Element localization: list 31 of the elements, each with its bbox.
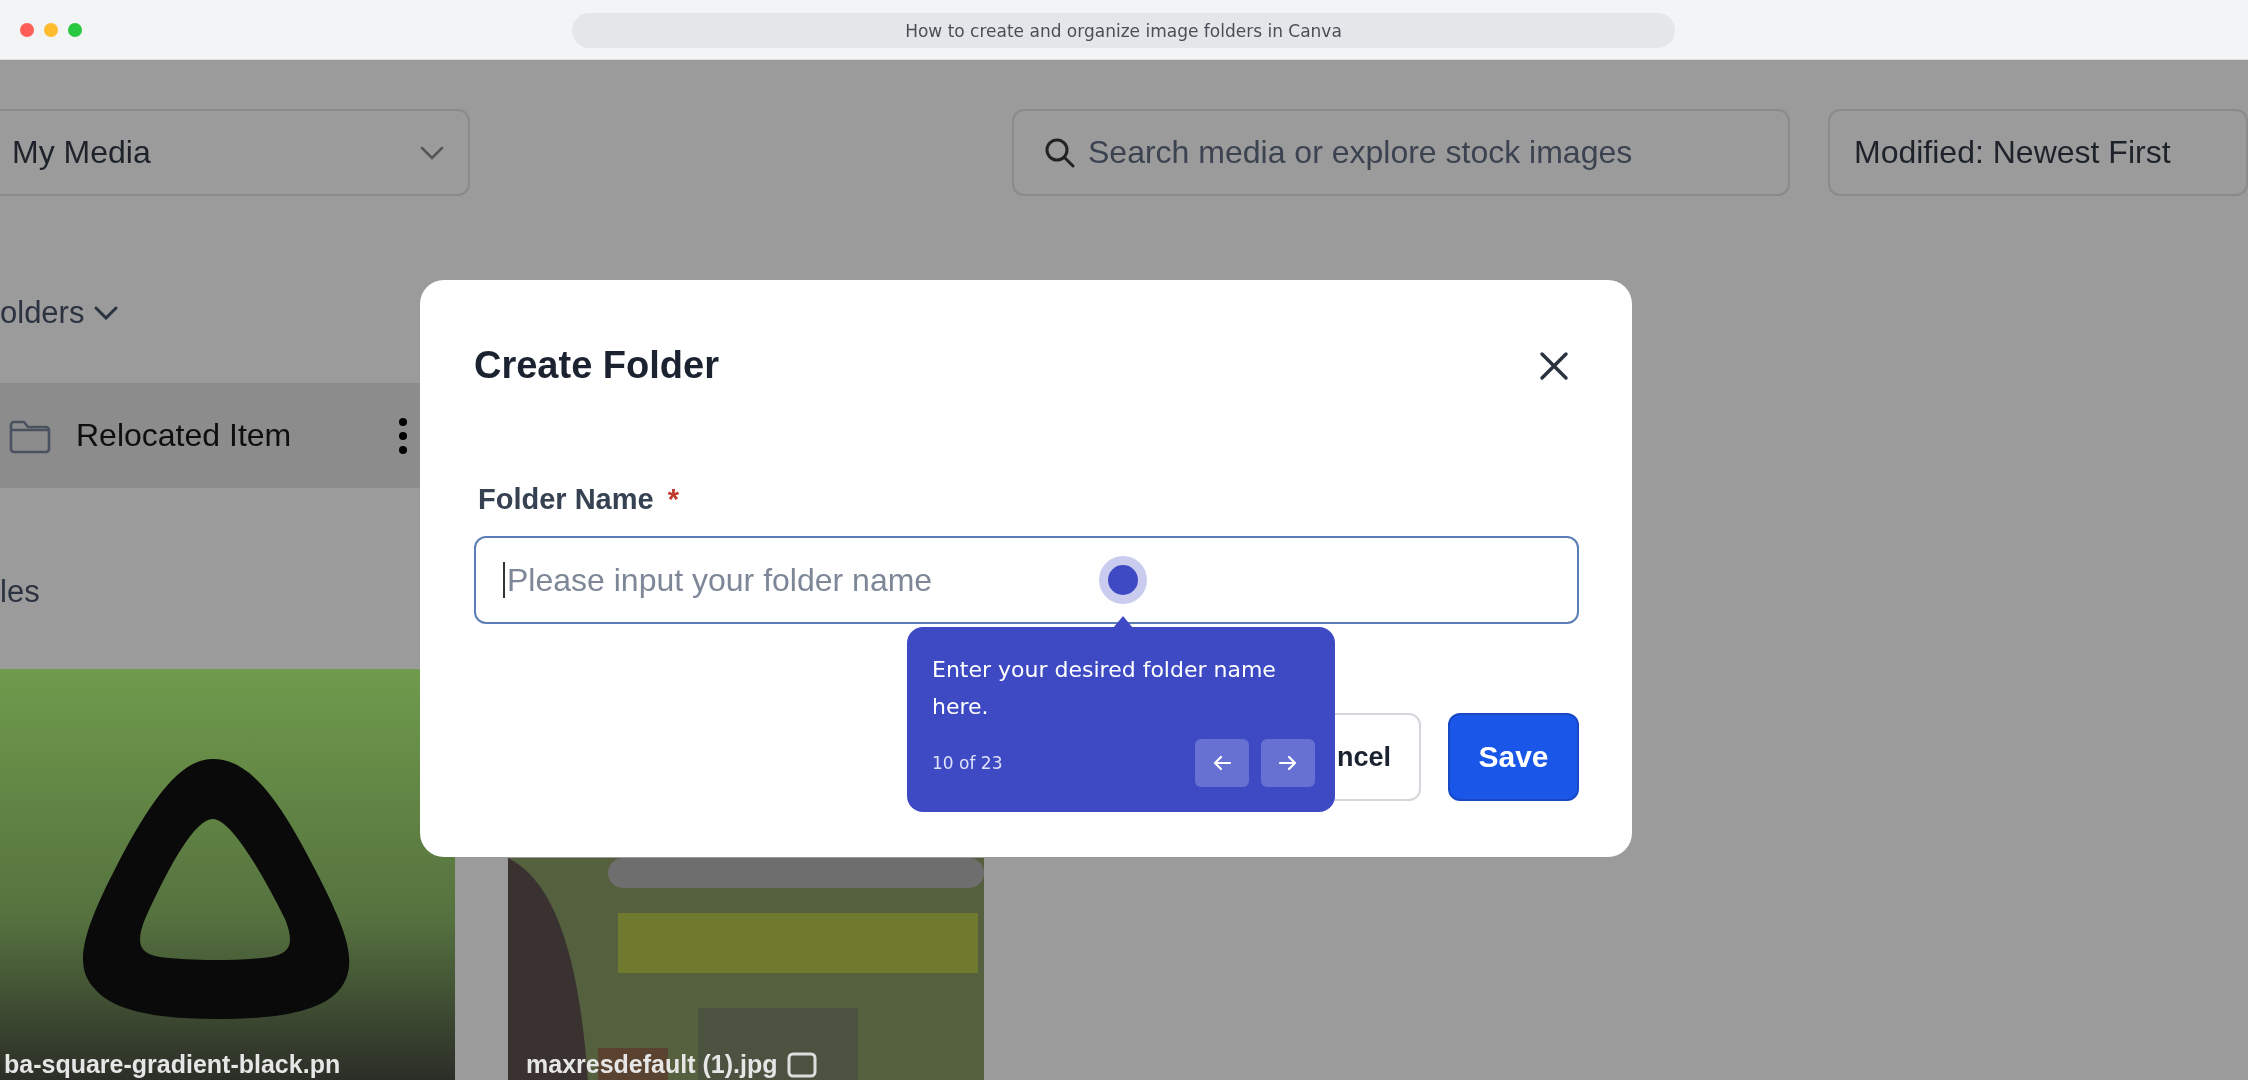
search-icon [1044,137,1076,169]
folders-heading[interactable]: olders [0,283,420,343]
close-window-button[interactable] [20,22,34,37]
file-name: maxresdefault (1).jpg [526,1050,778,1079]
more-icon[interactable] [398,416,408,455]
arrow-right-icon [1278,755,1298,771]
step-counter: 10 of 23 [932,753,1003,773]
next-button[interactable] [1261,739,1315,787]
text-cursor [503,562,505,598]
chevron-down-icon [420,145,444,160]
zoom-window-button[interactable] [68,22,82,37]
media-dropdown[interactable]: My Media [0,109,470,196]
section-title: les [0,573,41,611]
folder-name: Relocated Item [76,417,293,454]
field-label: Folder Name [478,483,654,516]
folder-name-field[interactable]: Please input your folder name [474,536,1579,624]
tooltip-text: Enter your desired folder name here. [932,656,1277,721]
save-button[interactable]: Save [1448,713,1579,801]
file-name: ba-square-gradient-black.pn [4,1050,341,1079]
arrow-left-icon [1212,755,1232,771]
search-field[interactable]: Search media or explore stock images [1012,109,1790,196]
folder-item[interactable]: Relocated Item [0,383,420,488]
close-icon[interactable] [1539,350,1569,381]
dialog-title: Create Folder [474,344,719,387]
chevron-down-icon [94,306,119,320]
window-title: How to create and organize image folders in Canva [572,13,1675,48]
section-title: olders [0,295,85,331]
sort-dropdown[interactable]: Modified: Newest First [1828,109,2248,196]
frame-icon [787,1051,818,1078]
previous-button[interactable] [1195,739,1249,787]
required-mark: * [667,483,679,516]
